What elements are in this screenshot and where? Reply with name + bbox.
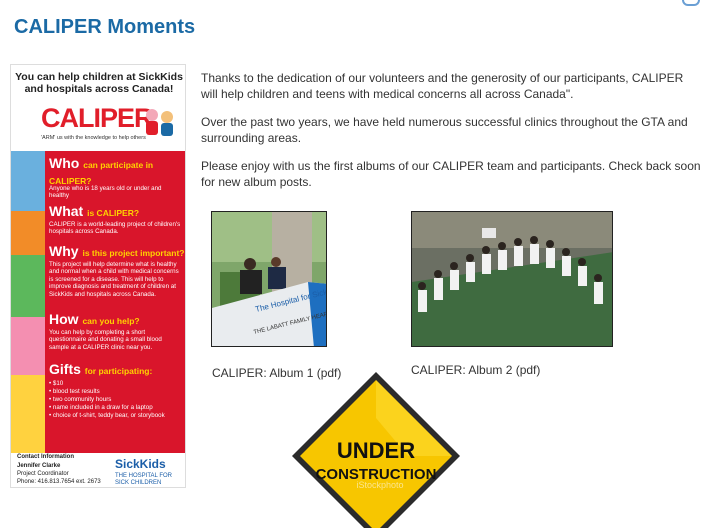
- intro-paragraph: Thanks to the dedication of our voluntee…: [201, 71, 684, 101]
- poster-section-text: This project will help determine what is…: [49, 261, 179, 298]
- album-1-photo: The Hospital for Sick Children THE LABAT…: [212, 212, 326, 346]
- page-title: CALIPER Moments: [14, 16, 196, 38]
- scroll-top-icon[interactable]: [682, 0, 700, 6]
- poster-child-illustration: [11, 375, 45, 453]
- poster-body: Who can participate in CALIPER? Anyone w…: [11, 151, 185, 453]
- poster-gift-item: • choice of t-shirt, teddy bear, or stor…: [49, 412, 165, 419]
- poster-section-gifts: Gifts for participating:: [49, 361, 153, 377]
- poster-section-who: Who can participate in CALIPER?: [49, 155, 154, 186]
- caliper-logo: CALIPER: [41, 103, 154, 133]
- album-1-thumbnail[interactable]: The Hospital for Sick Children THE LABAT…: [211, 211, 327, 347]
- kids-mascot-icon: [146, 109, 173, 136]
- poster-section-how: How can you help?: [49, 311, 140, 327]
- sickkids-subtitle: THE HOSPITAL FOR SICK CHILDREN: [115, 473, 173, 486]
- contact-role: Project Coordinator: [17, 471, 69, 477]
- poster-gift-item: • name included in a draw for a laptop: [49, 404, 153, 411]
- contact-phone: Phone: 416.813.7654 ext. 2673: [17, 479, 101, 485]
- sickkids-logo: SickKids: [115, 457, 166, 471]
- stock-watermark: iStockphoto: [356, 480, 403, 490]
- contact-name: Jennifer Clarke: [17, 463, 61, 469]
- caliper-poster: You can help children at SickKids and ho…: [10, 64, 186, 488]
- poster-gift-item: • $10: [49, 380, 64, 387]
- poster-section-text: CALIPER is a world-leading project of ch…: [49, 221, 181, 236]
- album-2-thumbnail[interactable]: [411, 211, 613, 347]
- poster-header: You can help children at SickKids and ho…: [15, 71, 183, 95]
- poster-section-why: Why is this project important?: [49, 243, 185, 259]
- clinics-paragraph: Over the past two years, we have held nu…: [201, 115, 688, 145]
- poster-section-text: Anyone who is 18 years old or under and …: [49, 185, 162, 200]
- under-construction-sign: UNDER CONSTRUCTION iStockphoto: [292, 372, 460, 528]
- poster-gift-item: • blood test results: [49, 388, 100, 395]
- poster-child-illustration: [11, 211, 45, 255]
- poster-child-illustration: [11, 151, 45, 211]
- poster-section-text: You can help by completing a short quest…: [49, 329, 162, 351]
- album-2-photo: [412, 212, 612, 346]
- poster-child-illustration: [11, 255, 45, 317]
- poster-child-illustration: [11, 317, 45, 375]
- poster-section-what: What is CALIPER?: [49, 203, 140, 219]
- contact-title: Contact Information: [17, 454, 74, 460]
- poster-tagline: 'ARM' us with the knowledge to help othe…: [41, 135, 146, 141]
- construction-line-1: UNDER: [337, 438, 415, 463]
- poster-gift-item: • two community hours: [49, 396, 112, 403]
- albums-paragraph: Please enjoy with us the first albums of…: [201, 159, 701, 189]
